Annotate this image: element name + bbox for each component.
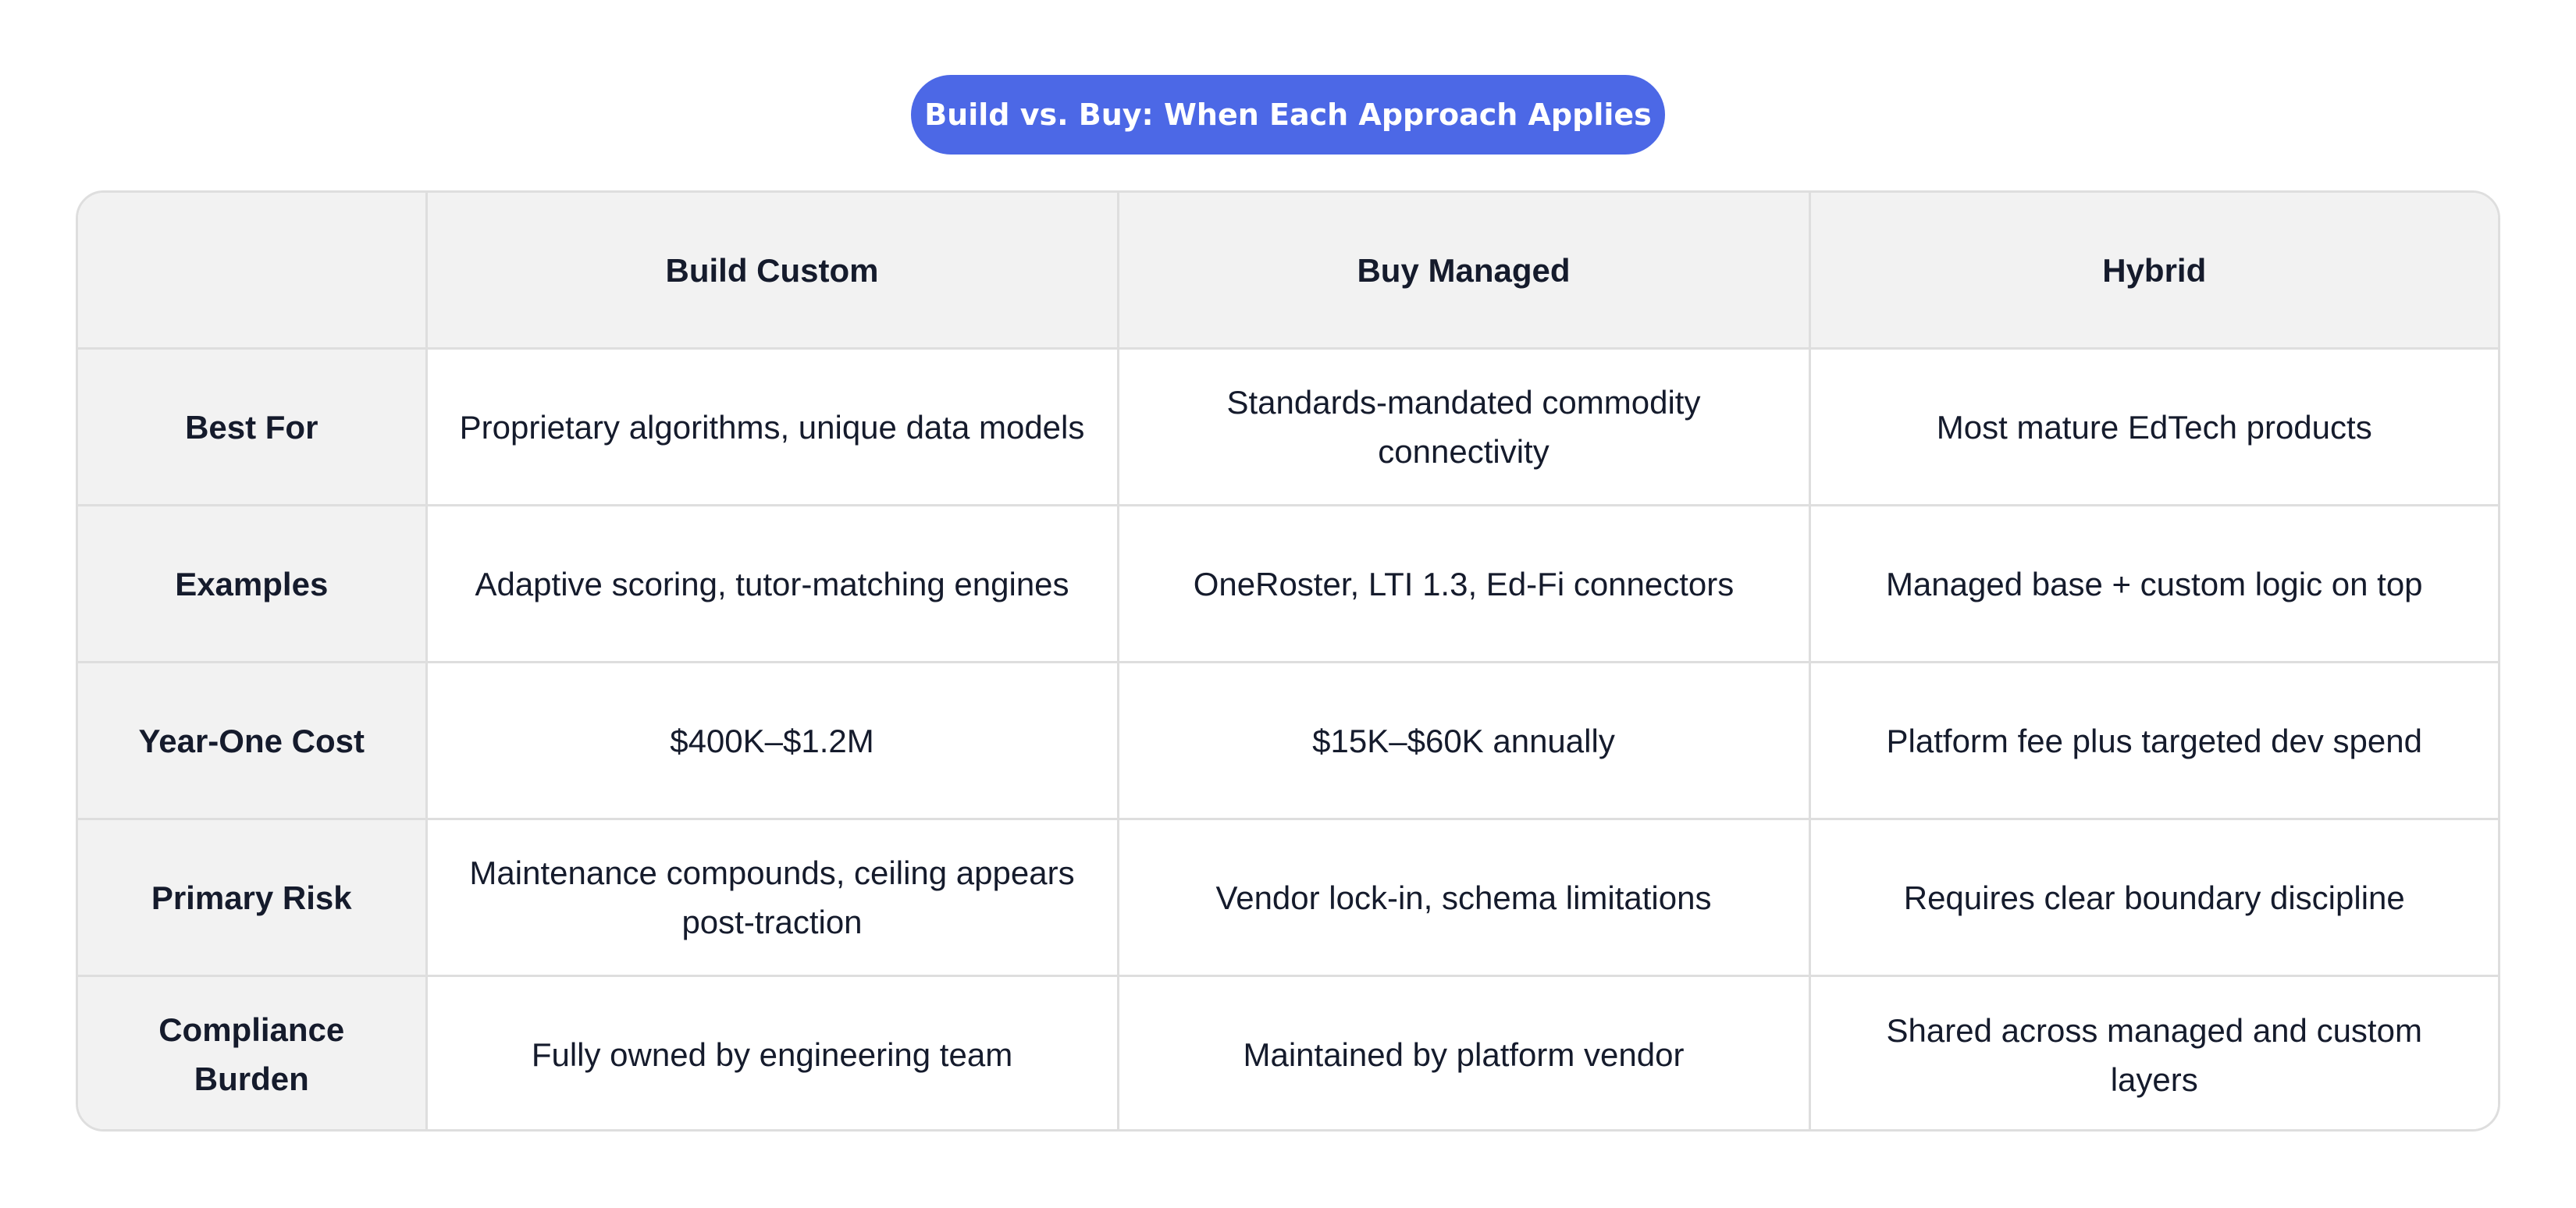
column-header-buy-managed: Buy Managed xyxy=(1116,193,1811,350)
table-cell: $15K–$60K annually xyxy=(1116,661,1811,820)
column-header-build-custom: Build Custom xyxy=(425,193,1119,350)
row-label-compliance-burden: Compliance Burden xyxy=(78,975,428,1129)
table-cell: Maintained by platform vendor xyxy=(1116,975,1811,1129)
table-cell: Maintenance compounds, ceiling appears p… xyxy=(425,818,1119,977)
table-row-primary-risk: Primary Risk Maintenance compounds, ceil… xyxy=(78,818,2498,977)
table-cell: Requires clear boundary discipline xyxy=(1808,818,2498,977)
table-cell: Most mature EdTech products xyxy=(1808,347,2498,506)
table-cell: Proprietary algorithms, unique data mode… xyxy=(425,347,1119,506)
column-header-hybrid: Hybrid xyxy=(1808,193,2498,350)
table-cell: Standards-mandated commodity connectivit… xyxy=(1116,347,1811,506)
table-row-best-for: Best For Proprietary algorithms, unique … xyxy=(78,347,2498,506)
corner-header-cell xyxy=(78,193,428,350)
row-label-primary-risk: Primary Risk xyxy=(78,818,428,977)
table-cell: OneRoster, LTI 1.3, Ed-Fi connectors xyxy=(1116,504,1811,663)
table-row-examples: Examples Adaptive scoring, tutor-matchin… xyxy=(78,504,2498,663)
comparison-table: Build Custom Buy Managed Hybrid Best For… xyxy=(76,190,2500,1132)
table-cell: Platform fee plus targeted dev spend xyxy=(1808,661,2498,820)
table-row-year-one-cost: Year-One Cost $400K–$1.2M $15K–$60K annu… xyxy=(78,661,2498,820)
row-label-best-for: Best For xyxy=(78,348,428,506)
table-row-compliance-burden: Compliance Burden Fully owned by enginee… xyxy=(78,975,2498,1129)
table-cell: Fully owned by engineering team xyxy=(425,975,1119,1129)
row-label-examples: Examples xyxy=(78,504,428,663)
table-header-row: Build Custom Buy Managed Hybrid xyxy=(78,193,2498,350)
page-title: Build vs. Buy: When Each Approach Applie… xyxy=(911,75,1665,155)
table-cell: Vendor lock-in, schema limitations xyxy=(1116,818,1811,977)
row-label-year-one-cost: Year-One Cost xyxy=(78,661,428,820)
table-cell: Shared across managed and custom layers xyxy=(1808,975,2498,1129)
table-cell: $400K–$1.2M xyxy=(425,661,1119,820)
table-cell: Adaptive scoring, tutor-matching engines xyxy=(425,504,1119,663)
table-cell: Managed base + custom logic on top xyxy=(1808,504,2498,663)
